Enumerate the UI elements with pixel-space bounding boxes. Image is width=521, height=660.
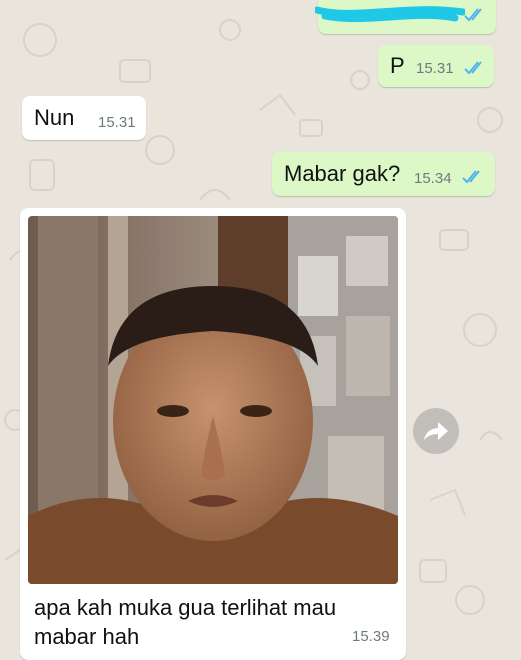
photo-image: [28, 216, 398, 584]
message-bubble-outgoing[interactable]: P 15.31: [378, 45, 494, 87]
double-check-icon: [464, 61, 482, 75]
message-bubble-incoming[interactable]: Nun 15.31: [22, 96, 146, 140]
forward-button[interactable]: [413, 408, 459, 454]
double-check-icon: [462, 170, 480, 184]
message-text: Nun: [34, 105, 75, 130]
message-time: 15.31: [416, 60, 454, 77]
selfie-photo[interactable]: [28, 216, 398, 584]
image-caption: apa kah muka gua terlihat mau mabar hah: [34, 595, 337, 649]
message-bubble-outgoing[interactable]: Mabar gak? 15.34: [272, 152, 495, 196]
double-check-icon: [464, 8, 482, 22]
message-text: P: [390, 53, 405, 78]
redaction-scribble: [315, 6, 465, 23]
message-time: 15.31: [98, 114, 136, 131]
message-time: 15.34: [414, 170, 452, 187]
message-time: 15.39: [352, 628, 390, 645]
message-text: Mabar gak?: [284, 161, 401, 186]
forward-arrow-icon: [424, 422, 448, 440]
